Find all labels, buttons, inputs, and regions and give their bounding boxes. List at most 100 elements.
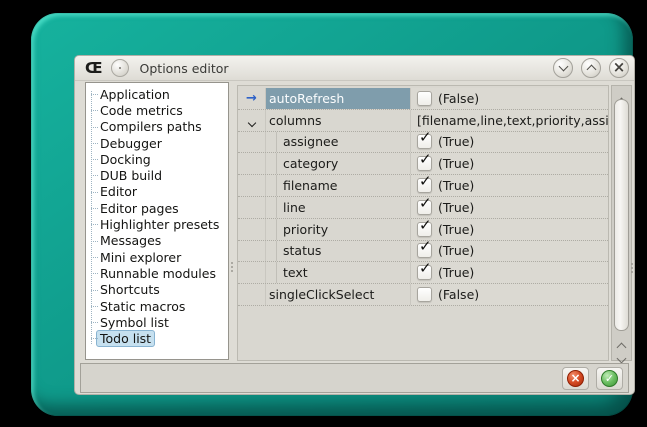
row-gutter [238,219,265,240]
property-row-singleClickSelect[interactable]: singleClickSelect (False) [238,284,608,306]
value-label: (False) [438,287,479,302]
property-name[interactable]: columns [265,110,410,131]
property-row-status[interactable]: status ✓ (True) [238,241,608,263]
splitter-handle[interactable] [231,260,234,272]
sidebar-item-dub-build[interactable]: DUB build [86,167,228,183]
sidebar-item-docking[interactable]: Docking [86,151,228,167]
sidebar-item-label: Editor [100,184,137,199]
chevron-up-icon [586,65,596,75]
sidebar-item-label: Application [100,87,170,102]
checkbox-unchecked[interactable] [417,91,432,106]
options-editor-window: Œ Options editor × ApplicationCode metri… [74,55,635,395]
minimize-button[interactable] [553,58,573,78]
property-value[interactable]: ✓(True) [410,175,608,196]
property-grid: →autoRefresh(False)columns[filename,line… [237,85,609,361]
checkbox-checked[interactable]: ✓ [417,156,432,171]
accept-icon: ✓ [601,370,618,387]
sidebar-item-label: Mini explorer [100,250,181,265]
property-row-autoRefresh[interactable]: → autoRefresh(False) [238,88,608,110]
property-name[interactable]: text [265,262,410,283]
titlebar[interactable]: Œ Options editor × [75,56,634,81]
property-row-assignee[interactable]: assignee ✓ (True) [238,132,608,154]
sidebar-item-label: Debugger [100,136,162,151]
value-label: (True) [438,243,474,258]
sidebar-item-mini-explorer[interactable]: Mini explorer [86,249,228,265]
sidebar-item-shortcuts[interactable]: Shortcuts [86,282,228,298]
sidebar-item-label: Highlighter presets [100,217,219,232]
checkbox-checked[interactable]: ✓ [417,200,432,215]
property-name[interactable]: filename [265,175,410,196]
property-value[interactable]: ✓(True) [410,153,608,174]
close-button[interactable]: × [609,58,629,78]
value-label: (True) [438,134,474,149]
property-grid-rows: →autoRefresh(False)columns[filename,line… [238,88,608,306]
property-name[interactable]: status [265,241,410,262]
sidebar-item-label: Messages [100,233,161,248]
property-row-category[interactable]: category✓(True) [238,153,608,175]
property-row-columns[interactable]: columns [filename,line,text,priority,assi… [238,110,608,132]
accept-button[interactable]: ✓ [596,367,623,390]
property-row-filename[interactable]: filename✓(True) [238,175,608,197]
checkbox-checked[interactable]: ✓ [417,222,432,237]
property-value[interactable]: ✓(True) [410,197,608,218]
scrollbar-thumb[interactable] [614,99,629,331]
sidebar-item-todo-list[interactable]: Todo list [86,330,228,346]
check-icon: ✓ [419,219,432,233]
sidebar-item-symbol-list[interactable]: Symbol list [86,314,228,330]
sidebar-item-runnable-modules[interactable]: Runnable modules [86,265,228,281]
row-gutter [238,284,265,305]
sidebar-item-compilers-paths[interactable]: Compilers paths [86,119,228,135]
sidebar-item-editor[interactable]: Editor [86,184,228,200]
window-resize-grip[interactable] [631,261,634,275]
sidebar-item-editor-pages[interactable]: Editor pages [86,200,228,216]
checkbox-checked[interactable]: ✓ [417,178,432,193]
row-gutter [238,110,265,131]
titlebar-buttons: × [553,58,629,78]
value-text: [filename,line,text,priority,assigne [417,113,608,128]
window-title: Options editor [140,61,229,76]
property-row-text[interactable]: text✓(True) [238,262,608,284]
sidebar-tree: ApplicationCode metricsCompilers pathsDe… [86,83,228,360]
maximize-button[interactable] [581,58,601,78]
sidebar-item-label: Code metrics [100,103,183,118]
sidebar-item-static-macros[interactable]: Static macros [86,298,228,314]
property-value[interactable]: [filename,line,text,priority,assigne [410,110,608,131]
property-value[interactable]: ✓(True) [410,262,608,283]
check-icon: ✓ [419,153,432,167]
property-name[interactable]: priority [265,219,410,240]
property-name[interactable]: line [265,197,410,218]
checkbox-checked[interactable]: ✓ [417,265,432,280]
cancel-icon: × [567,370,584,387]
property-row-line[interactable]: line✓(True) [238,197,608,219]
sidebar-item-messages[interactable]: Messages [86,233,228,249]
checkbox-checked[interactable]: ✓ [417,243,432,258]
sidebar-item-highlighter-presets[interactable]: Highlighter presets [86,216,228,232]
property-name[interactable]: category [265,153,410,174]
property-value[interactable]: (False) [410,284,608,305]
property-name[interactable]: autoRefresh [265,88,410,109]
checkbox-unchecked[interactable] [417,287,432,302]
check-icon: ✓ [419,262,432,276]
property-value[interactable]: ✓ (True) [410,241,608,262]
property-name[interactable]: singleClickSelect [265,284,410,305]
property-value[interactable]: ✓ (True) [410,132,608,153]
sidebar-item-label: Todo list [96,330,155,347]
sidebar-item-code-metrics[interactable]: Code metrics [86,102,228,118]
property-name[interactable]: assignee [265,132,410,153]
desktop-background: Œ Options editor × ApplicationCode metri… [0,0,647,427]
grid-scrollbar[interactable] [611,85,632,361]
sidebar-item-debugger[interactable]: Debugger [86,135,228,151]
value-label: (True) [438,222,474,237]
property-value[interactable]: (False) [410,88,608,109]
checkbox-checked[interactable]: ✓ [417,134,432,149]
window-frame: Œ Options editor × ApplicationCode metri… [31,13,633,416]
property-row-priority[interactable]: priority ✓ (True) [238,219,608,241]
sidebar-item-label: Shortcuts [100,282,160,297]
sidebar-item-application[interactable]: Application [86,86,228,102]
chevron-down-icon[interactable] [249,111,255,130]
row-gutter: → [238,88,265,109]
arrow-right-icon: → [246,92,257,105]
cancel-button[interactable]: × [562,367,589,390]
property-value[interactable]: ✓ (True) [410,219,608,240]
window-menu-button[interactable] [111,59,129,77]
